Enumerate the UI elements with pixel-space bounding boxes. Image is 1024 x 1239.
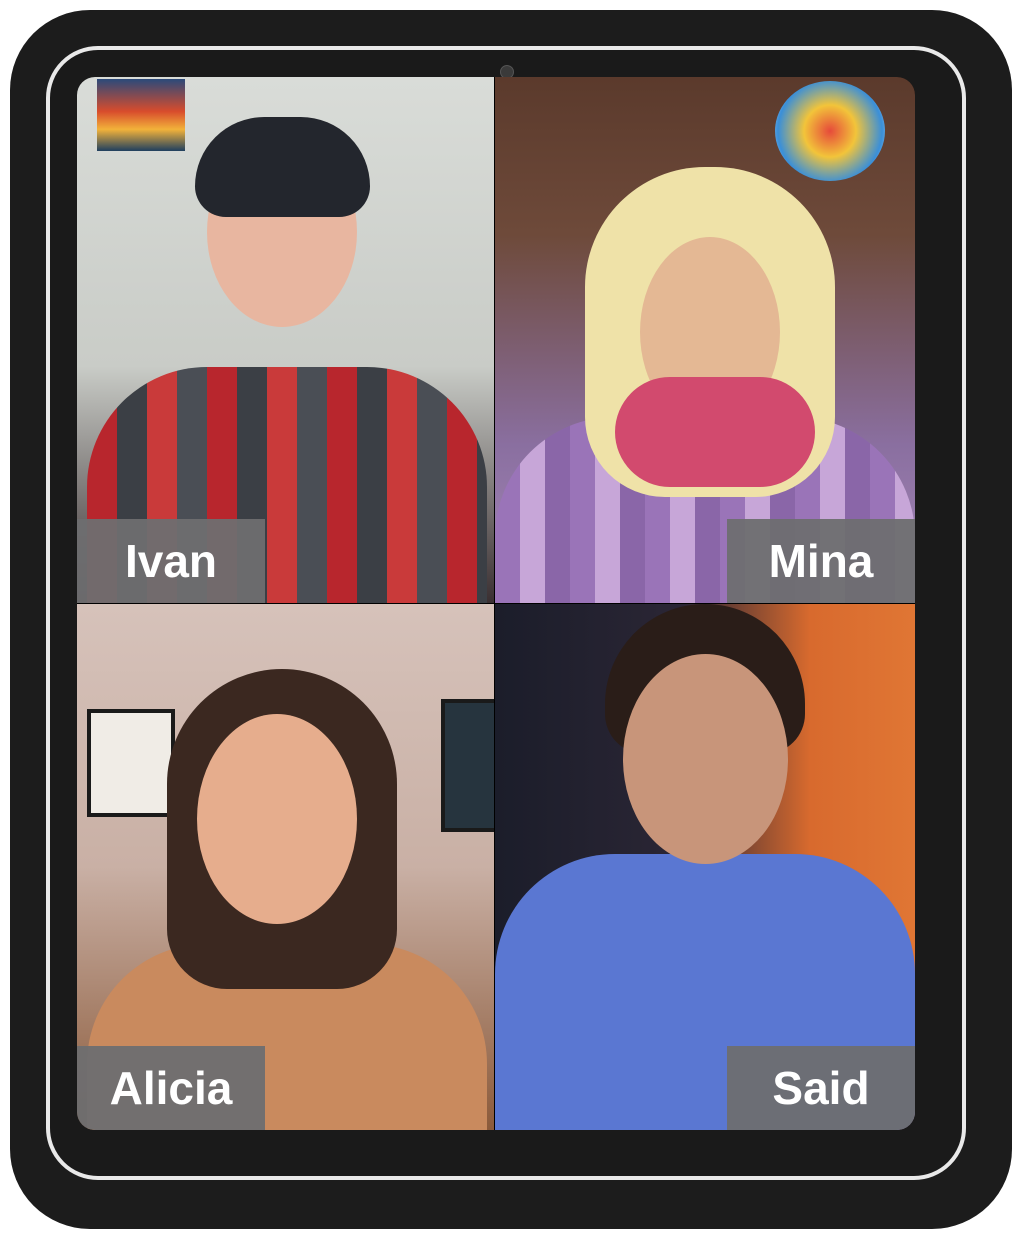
participant-name-label: Said: [727, 1046, 915, 1130]
video-tile-said[interactable]: Said: [495, 604, 915, 1130]
group-video-call-screen: Ivan Mina Alicia Said: [77, 77, 915, 1130]
video-tile-ivan[interactable]: Ivan: [77, 77, 494, 603]
participant-name-label: Mina: [727, 519, 915, 603]
participant-name-label: Ivan: [77, 519, 265, 603]
participant-name-label: Alicia: [77, 1046, 265, 1130]
video-tile-alicia[interactable]: Alicia: [77, 604, 494, 1130]
video-tile-mina[interactable]: Mina: [495, 77, 915, 603]
